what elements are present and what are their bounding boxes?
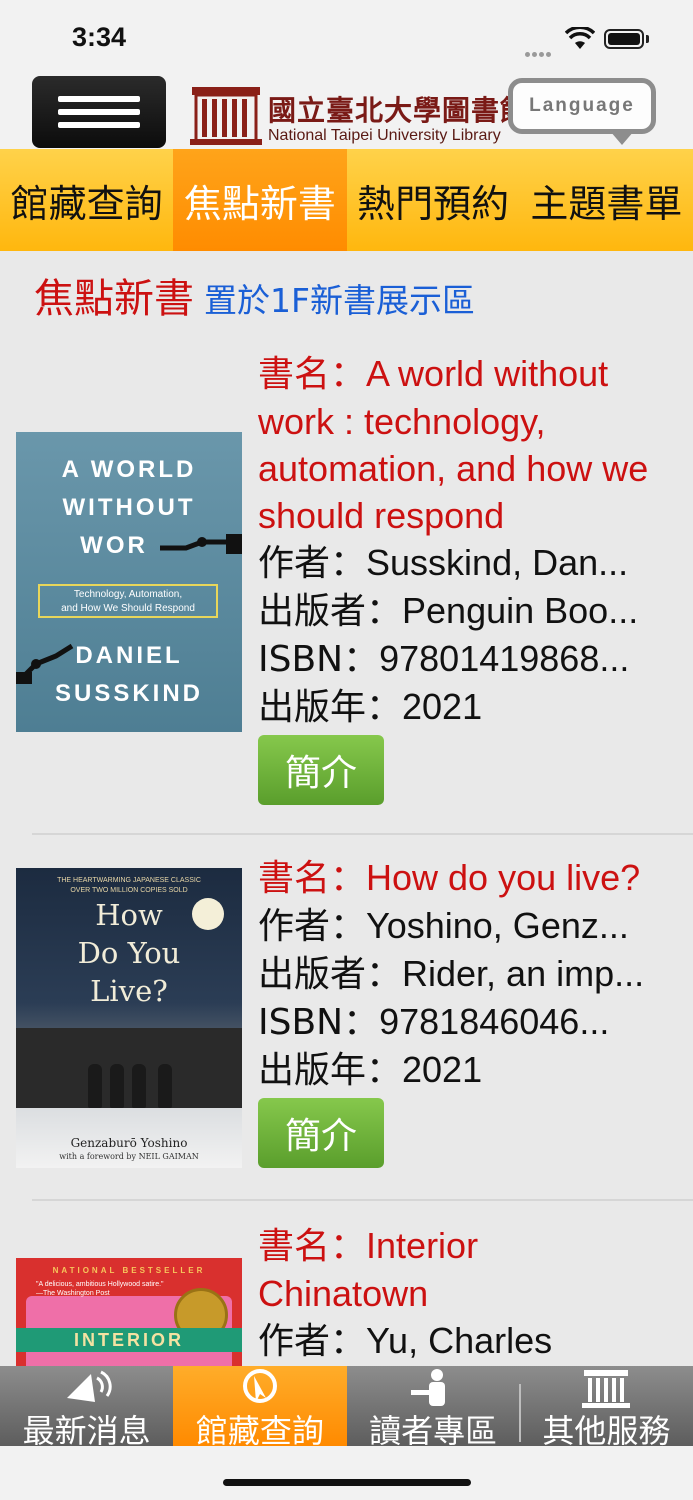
home-indicator[interactable] — [223, 1479, 471, 1486]
library-logo: 國立臺北大學圖書館 National Taipei University Lib… — [188, 79, 528, 149]
robot-arm-icon — [16, 643, 74, 684]
bottom-tab-collection-search[interactable]: 館藏查詢 — [173, 1366, 347, 1450]
status-time: 3:34 — [72, 22, 127, 52]
tab-popular-reservations[interactable]: 熱門預約 — [347, 149, 520, 251]
intro-button[interactable]: 簡介 — [258, 735, 384, 805]
cover-title-line: Live? — [90, 974, 168, 1008]
cover-title-band: INTERIOR — [16, 1328, 242, 1352]
megaphone-icon — [66, 1370, 112, 1402]
wifi-icon — [565, 27, 595, 49]
section-title: 焦點新書 — [34, 276, 194, 322]
cover-tagline: NATIONAL BESTSELLER — [52, 1266, 206, 1275]
battery-nub — [646, 35, 649, 43]
cover-title-line: How — [95, 898, 163, 932]
speech-bubble-tail — [610, 131, 634, 145]
app-header: 國立臺北大學圖書館 National Taipei University Lib… — [0, 75, 693, 149]
home-indicator-area — [0, 1446, 693, 1500]
book-cover[interactable]: THE HEARTWARMING JAPANESE CLASSIC OVER T… — [16, 868, 242, 1168]
book-cover[interactable]: NATIONAL BESTSELLER "A delicious, ambiti… — [16, 1258, 242, 1368]
reader-at-desk-icon — [411, 1369, 446, 1406]
language-label: Language — [529, 95, 635, 116]
section-subtitle: 置於1F新書展示區 — [204, 281, 475, 320]
cover-title-line: A WORLD — [61, 456, 197, 483]
book-author: 作者：Yu, Charles — [258, 1320, 553, 1362]
divider — [32, 1199, 693, 1201]
section-header: 焦點新書 置於1F新書展示區 — [34, 266, 475, 324]
cover-author: Genzaburō Yoshino — [70, 1136, 188, 1150]
tab-topic-booklists[interactable]: 主題書單 — [520, 149, 693, 251]
logo-title: 國立臺北大學圖書館 — [268, 94, 530, 127]
search-cursor-icon — [242, 1369, 277, 1403]
bottom-tab-news[interactable]: 最新消息 — [0, 1366, 173, 1450]
book-isbn: ISBN：9781846046... — [258, 1001, 610, 1043]
tab-featured-new-books[interactable]: 焦點新書 — [173, 149, 347, 251]
cover-street-scene — [16, 1028, 242, 1108]
book-info: 書名：A world without work : technology, au… — [258, 350, 678, 805]
book-title[interactable]: 書名：Interior Chinatown — [258, 1222, 558, 1317]
bottom-tab-bar: 最新消息 館藏查詢 讀者專區 其他服務 — [0, 1366, 693, 1450]
robot-arm-icon — [160, 534, 242, 554]
bottom-tab-reader-area[interactable]: 讀者專區 — [347, 1366, 520, 1450]
logo-subtitle: National Taipei University Library — [268, 127, 501, 144]
tab-collection-search[interactable]: 館藏查詢 — [0, 149, 173, 251]
book-author: 作者：Susskind, Dan... — [258, 542, 629, 584]
cover-subtitle-box: Technology, Automation, and How We Shoul… — [38, 584, 218, 618]
book-info: 書名：How do you live? 作者：Yoshino, Genz... … — [258, 854, 678, 1168]
hamburger-menu-button[interactable] — [32, 76, 166, 148]
library-building-logo-icon — [190, 87, 262, 145]
book-cover[interactable]: A WORLD WITHOUT WOR Technology, Automati… — [16, 432, 242, 732]
cover-title-line: WITHOUT — [62, 494, 196, 521]
language-button[interactable]: Language — [508, 78, 656, 134]
cover-foreword: with a foreword by NEIL GAIMAN — [59, 1152, 199, 1161]
status-bar: 3:34 — [0, 0, 693, 75]
tab-separator — [519, 1384, 521, 1442]
bottom-tab-other-services[interactable]: 其他服務 — [520, 1366, 693, 1450]
divider — [32, 833, 693, 835]
book-info: 書名：Interior Chinatown 作者：Yu, Charles — [258, 1222, 678, 1365]
cellular-signal-icon — [525, 42, 559, 57]
library-building-icon — [582, 1370, 631, 1408]
book-year: 出版年：2021 — [258, 686, 483, 728]
book-title[interactable]: 書名：A world without work : technology, au… — [258, 350, 668, 539]
cover-tagline: THE HEARTWARMING JAPANESE CLASSIC OVER T… — [57, 877, 201, 894]
book-publisher: 出版者：Penguin Boo... — [258, 590, 639, 632]
cover-title-line: Do You — [77, 936, 181, 970]
book-isbn: ISBN：97801419868... — [258, 638, 630, 680]
top-tab-bar: 館藏查詢 焦點新書 熱門預約 主題書單 — [0, 149, 693, 251]
book-title[interactable]: 書名：How do you live? — [258, 854, 668, 902]
book-publisher: 出版者：Rider, an imp... — [258, 953, 645, 995]
battery-icon — [604, 29, 644, 49]
cover-quote: "A delicious, ambitious Hollywood satire… — [36, 1281, 164, 1297]
intro-button[interactable]: 簡介 — [258, 1098, 384, 1168]
book-author: 作者：Yoshino, Genz... — [258, 905, 629, 947]
book-year: 出版年：2021 — [258, 1049, 483, 1091]
